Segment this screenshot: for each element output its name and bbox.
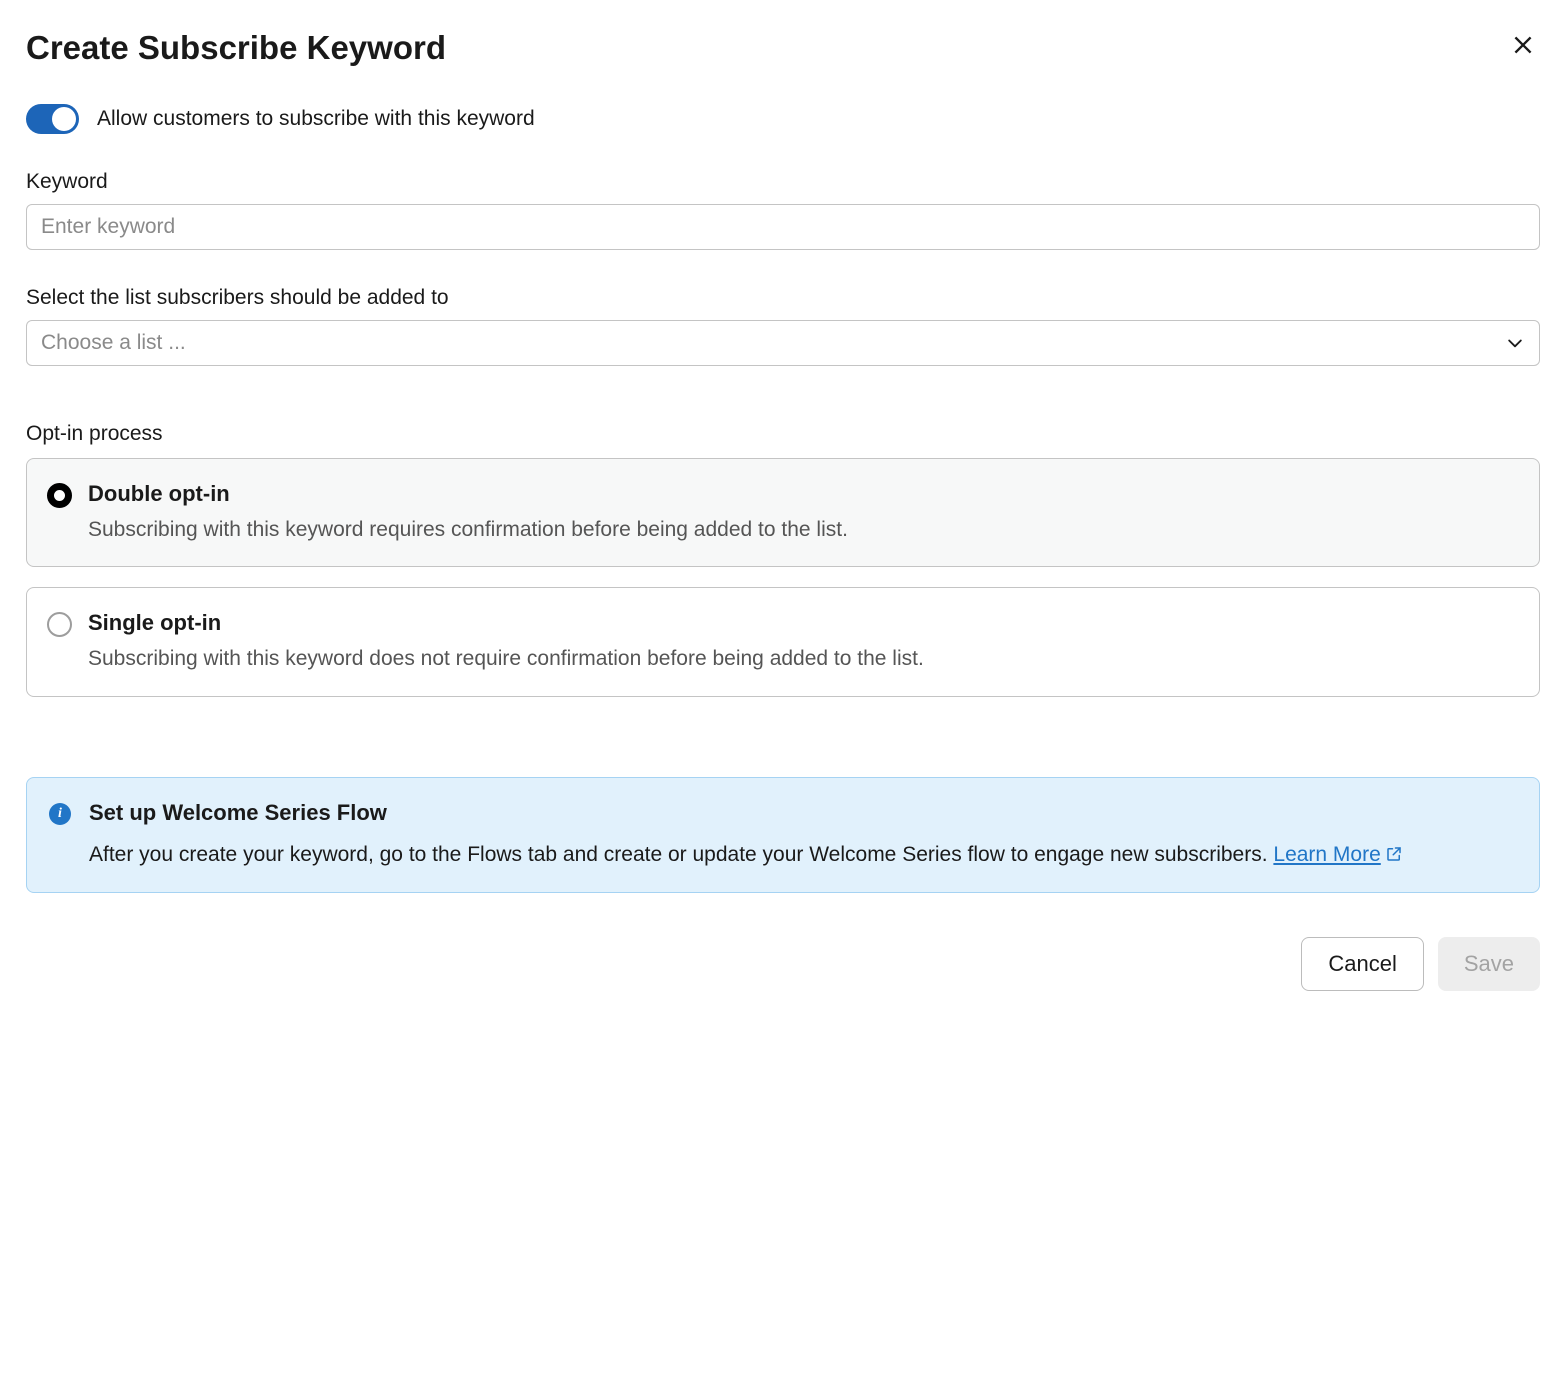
toggle-label: Allow customers to subscribe with this k… xyxy=(97,107,535,131)
optin-option-single[interactable]: Single opt-in Subscribing with this keyw… xyxy=(26,587,1540,696)
page-title: Create Subscribe Keyword xyxy=(26,29,446,67)
close-icon xyxy=(1510,32,1536,58)
toggle-knob xyxy=(52,107,76,131)
radio-indicator xyxy=(47,612,72,637)
optin-section-label: Opt-in process xyxy=(26,422,1540,446)
cancel-button[interactable]: Cancel xyxy=(1301,937,1423,991)
radio-description: Subscribing with this keyword requires c… xyxy=(88,515,1519,544)
radio-description: Subscribing with this keyword does not r… xyxy=(88,644,1519,673)
learn-more-link[interactable]: Learn More xyxy=(1273,843,1402,866)
info-icon: i xyxy=(49,803,71,825)
info-body-text: After you create your keyword, go to the… xyxy=(89,843,1273,866)
list-label: Select the list subscribers should be ad… xyxy=(26,286,1540,310)
info-title: Set up Welcome Series Flow xyxy=(89,800,1517,826)
radio-title: Double opt-in xyxy=(88,481,1519,507)
info-callout: i Set up Welcome Series Flow After you c… xyxy=(26,777,1540,893)
radio-title: Single opt-in xyxy=(88,610,1519,636)
keyword-label: Keyword xyxy=(26,170,1540,194)
list-placeholder: Choose a list ... xyxy=(41,331,186,355)
close-button[interactable] xyxy=(1506,28,1540,68)
radio-indicator xyxy=(47,483,72,508)
chevron-down-icon xyxy=(1505,333,1525,353)
external-link-icon xyxy=(1385,845,1403,863)
list-select[interactable]: Choose a list ... xyxy=(26,320,1540,366)
optin-option-double[interactable]: Double opt-in Subscribing with this keyw… xyxy=(26,458,1540,567)
info-body: After you create your keyword, go to the… xyxy=(89,840,1517,870)
save-button[interactable]: Save xyxy=(1438,937,1540,991)
allow-subscribe-toggle[interactable] xyxy=(26,104,79,134)
keyword-input[interactable] xyxy=(26,204,1540,250)
